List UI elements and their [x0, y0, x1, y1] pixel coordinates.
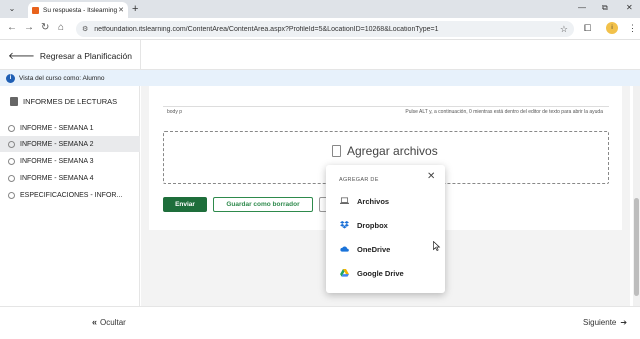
send-button[interactable]: Enviar: [163, 197, 207, 212]
sidebar-item-especificaciones[interactable]: ESPECIFICACIONES - INFOR...: [0, 187, 140, 203]
dropbox-icon: [340, 221, 349, 229]
onedrive-icon: [340, 246, 349, 252]
status-circle-icon: [8, 124, 15, 132]
double-chevron-left-icon: «: [92, 317, 98, 327]
option-dropbox[interactable]: Dropbox: [340, 218, 440, 232]
sidebar-item-semana-2[interactable]: INFORME - SEMANA 2: [0, 136, 140, 152]
sidebar-item-label: INFORME - SEMANA 2: [20, 140, 94, 148]
status-circle-icon: [8, 174, 15, 182]
new-tab-icon[interactable]: +: [132, 3, 138, 15]
hide-sidebar-button[interactable]: « Ocultar: [92, 317, 126, 327]
back-label: Regresar a Planificación: [39, 51, 132, 61]
browser-tab-strip: ⌄ Su respuesta - Itslearning ✕ + — ⧉ ✕: [0, 0, 640, 18]
header-divider: [140, 40, 141, 70]
add-files-text: Agregar archivos: [347, 144, 438, 158]
home-icon[interactable]: ⌂: [58, 22, 64, 34]
back-arrow-icon[interactable]: ←: [7, 22, 17, 34]
footer-bar: « Ocultar Siguiente ➔: [0, 306, 640, 339]
editor-status-bar: body p Pulse ALT y, a continuación, 0 mi…: [163, 106, 609, 116]
minimize-icon[interactable]: —: [578, 3, 586, 12]
back-to-planning-link[interactable]: 🡐 Regresar a Planificación: [8, 50, 132, 62]
sidebar-item-label: INFORME - SEMANA 4: [20, 174, 94, 182]
sidebar-item-semana-3[interactable]: INFORME - SEMANA 3: [0, 153, 140, 169]
close-tab-icon[interactable]: ✕: [118, 6, 124, 14]
sidebar-title-label: INFORMES DE LECTURAS: [23, 97, 118, 106]
editor-element-path: body p: [167, 109, 183, 115]
add-from-popup: AGREGAR DE ✕ Archivos Dropbox OneDrive G…: [326, 165, 445, 293]
save-draft-button[interactable]: Guardar como borrador: [213, 197, 313, 212]
forward-arrow-icon[interactable]: →: [24, 22, 34, 34]
scrollbar-thumb[interactable]: [634, 198, 639, 296]
status-circle-icon: [8, 191, 15, 199]
itslearning-favicon-icon: [32, 6, 39, 14]
extensions-icon[interactable]: ⧠: [584, 23, 591, 34]
status-circle-icon: [8, 140, 15, 148]
option-label: Archivos: [357, 196, 390, 206]
sidebar-item-semana-1[interactable]: INFORME - SEMANA 1: [0, 120, 140, 136]
browser-menu-icon[interactable]: ⋮: [628, 23, 637, 34]
app-header: 🡐 Regresar a Planificación: [0, 40, 640, 70]
next-button[interactable]: Siguiente ➔: [583, 318, 627, 327]
document-icon: [332, 145, 341, 157]
reload-icon[interactable]: ↻: [41, 22, 49, 34]
tab-search-icon[interactable]: ⌄: [6, 4, 18, 14]
sidebar-item-label: INFORME - SEMANA 1: [20, 124, 94, 132]
popup-header: AGREGAR DE: [339, 177, 379, 183]
option-label: OneDrive: [357, 244, 391, 254]
browser-tab[interactable]: Su respuesta - Itslearning ✕: [28, 2, 128, 18]
course-view-banner: i Vista del curso como: Alumno: [0, 70, 640, 86]
sidebar-item-label: INFORME - SEMANA 3: [20, 157, 94, 165]
folder-icon: [10, 97, 18, 106]
status-circle-icon: [8, 157, 15, 165]
sidebar-item-label: ESPECIFICACIONES - INFOR...: [20, 191, 123, 199]
arrow-left-icon: 🡐: [8, 51, 35, 62]
option-label: Dropbox: [357, 220, 388, 230]
bookmark-star-icon[interactable]: ☆: [560, 24, 568, 35]
hide-label: Ocultar: [100, 317, 126, 327]
option-archivos[interactable]: Archivos: [340, 194, 440, 208]
address-bar[interactable]: ⚙ netfoundation.itslearning.com/ContentA…: [76, 21, 574, 37]
add-files-label[interactable]: Agregar archivos: [332, 144, 438, 158]
site-info-icon[interactable]: ⚙: [82, 25, 88, 33]
sidebar: INFORMES DE LECTURAS INFORME - SEMANA 1 …: [0, 86, 140, 306]
window-close-icon[interactable]: ✕: [626, 3, 633, 12]
arrow-right-icon: ➔: [620, 318, 628, 327]
sidebar-item-semana-4[interactable]: INFORME - SEMANA 4: [0, 170, 140, 186]
laptop-icon: [340, 197, 349, 204]
banner-text: Vista del curso como: Alumno: [19, 74, 105, 82]
restore-icon[interactable]: ⧉: [602, 3, 608, 13]
option-onedrive[interactable]: OneDrive: [340, 242, 440, 256]
close-icon[interactable]: ✕: [427, 171, 435, 182]
mouse-cursor-icon: [433, 241, 441, 251]
url-text: netfoundation.itslearning.com/ContentAre…: [94, 25, 439, 33]
browser-toolbar: ← → ↻ ⌂ ⚙ netfoundation.itslearning.com/…: [0, 18, 640, 40]
option-label: Google Drive: [357, 268, 404, 278]
editor-help-hint: Pulse ALT y, a continuación, 0 mientras …: [405, 109, 603, 115]
info-icon: i: [6, 73, 15, 83]
next-label: Siguiente: [583, 318, 617, 327]
sidebar-title: INFORMES DE LECTURAS: [10, 97, 117, 106]
profile-avatar[interactable]: i: [606, 22, 618, 34]
page-scrollbar[interactable]: [633, 86, 640, 306]
option-google-drive[interactable]: Google Drive: [340, 266, 440, 280]
tab-title: Su respuesta - Itslearning: [43, 6, 118, 14]
google-drive-icon: [340, 269, 349, 277]
